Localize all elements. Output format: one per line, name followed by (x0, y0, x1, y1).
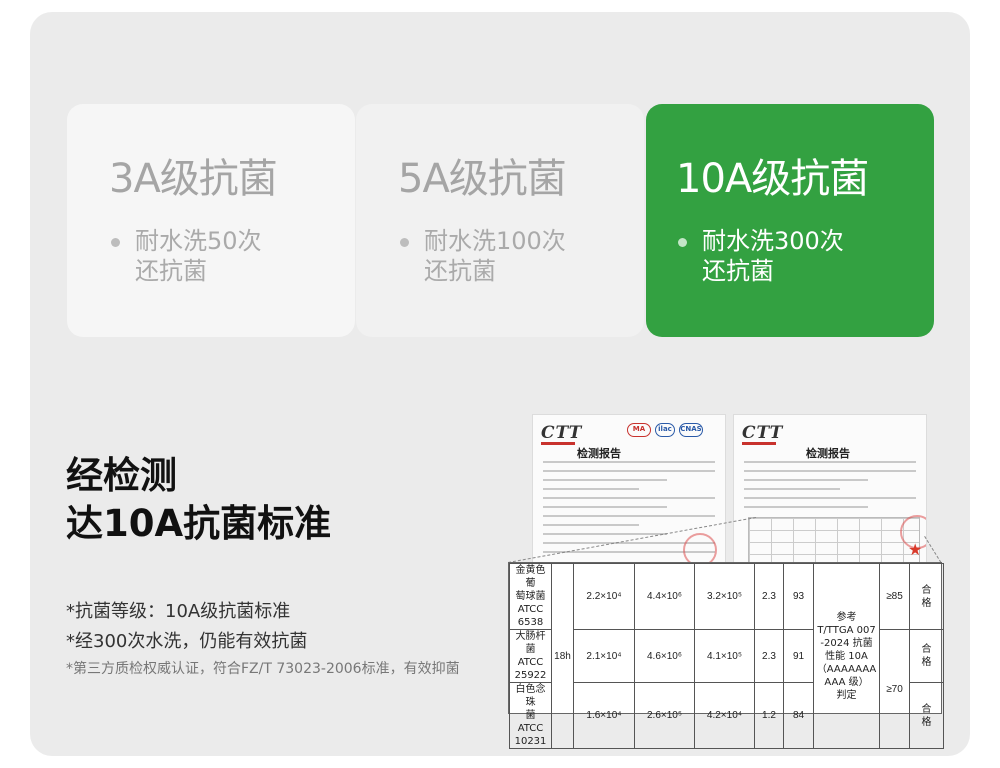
note-wash: *经300次水洗，仍能有效抗菌 (66, 631, 308, 652)
value-cell: 91 (783, 629, 814, 683)
bullet-icon (678, 238, 687, 247)
card-desc-line: 还抗菌 (702, 257, 774, 285)
cnas-cert-icon: CNAS (679, 423, 703, 437)
organism-cell: 白色念珠 菌 ATCC 10231 (509, 682, 552, 749)
grade-card-10a-highlighted: 10A级抗菌 耐水洗300次 还抗菌 (646, 104, 934, 337)
headline: 经检测 达10A抗菌标准 (66, 452, 331, 548)
card-desc-line: 耐水洗300次 (702, 227, 844, 255)
value-cell: 3.2×10⁵ (694, 563, 755, 630)
report-text-lines (744, 461, 916, 515)
headline-line-2: 达10A抗菌标准 (66, 502, 332, 545)
card-desc-line: 耐水洗100次 (424, 227, 566, 255)
value-cell: 4.1×10⁵ (694, 629, 755, 683)
value-cell: 2.3 (754, 563, 784, 630)
value-cell: 1.2 (754, 682, 784, 749)
card-desc-line: 还抗菌 (135, 257, 207, 285)
cma-cert-icon: MA (627, 423, 651, 437)
test-result-table-zoom: 金黄色葡 萄球菌 ATCC 6538 18h 2.2×10⁴ 4.4×10⁶ 3… (508, 562, 944, 749)
bullet-icon (111, 238, 120, 247)
card-desc-line: 还抗菌 (424, 257, 496, 285)
value-cell: 2.1×10⁴ (573, 629, 635, 683)
judgement-cell: 合 格 (909, 682, 944, 749)
note-grade: *抗菌等级：10A级抗菌标准 (66, 601, 291, 622)
card-description: 耐水洗300次 还抗菌 (676, 226, 934, 286)
grade-card-3a: 3A级抗菌 耐水洗50次 还抗菌 (67, 104, 355, 337)
value-cell: 2.6×10⁵ (634, 682, 695, 749)
value-cell: 4.6×10⁶ (634, 629, 695, 683)
report-title: 检测报告 (577, 447, 621, 460)
card-description: 耐水洗50次 还抗菌 (109, 226, 355, 286)
test-report-image-1: CTT MA ilac CNAS 检测报告 (532, 414, 726, 569)
grade-card-5a: 5A级抗菌 耐水洗100次 还抗菌 (356, 104, 644, 337)
card-desc-line: 耐水洗50次 (135, 227, 262, 255)
judgement-cell: 合 格 (909, 629, 944, 683)
result-table: 金黄色葡 萄球菌 ATCC 6538 18h 2.2×10⁴ 4.4×10⁶ 3… (509, 563, 944, 749)
test-report-image-2: CTT 检测报告 (733, 414, 927, 569)
value-cell: 4.4×10⁶ (634, 563, 695, 630)
card-description: 耐水洗100次 还抗菌 (398, 226, 644, 286)
ctt-logo: CTT (541, 423, 583, 445)
judgement-cell: 合 格 (909, 563, 944, 630)
value-cell: 2.3 (754, 629, 784, 683)
footnotes: *抗菌等级：10A级抗菌标准 *经300次水洗，仍能有效抗菌 *第三方质检权威认… (66, 597, 460, 681)
value-cell: 93 (783, 563, 814, 630)
note-certification: *第三方质检权威认证，符合FZ/T 73023-2006标准，有效抑菌 (66, 661, 460, 677)
threshold-cell: ≥85 (879, 563, 910, 630)
card-title: 3A级抗菌 (109, 156, 278, 202)
value-cell: 2.2×10⁴ (573, 563, 635, 630)
card-title: 5A级抗菌 (398, 156, 567, 202)
ilac-cert-icon: ilac (655, 423, 675, 437)
threshold-cell: ≥70 (879, 629, 910, 749)
organism-cell: 金黄色葡 萄球菌 ATCC 6538 (509, 563, 552, 630)
value-cell: 84 (783, 682, 814, 749)
star-icon: ★ (908, 540, 923, 559)
bullet-icon (400, 238, 409, 247)
value-cell: 4.2×10⁴ (694, 682, 755, 749)
table-row: 金黄色葡 萄球菌 ATCC 6538 18h 2.2×10⁴ 4.4×10⁶ 3… (509, 563, 944, 749)
organism-cell: 大肠杆菌 ATCC 25922 (509, 629, 552, 683)
headline-line-1: 经检测 (66, 454, 177, 497)
value-cell: 1.6×10⁴ (573, 682, 635, 749)
report-title: 检测报告 (806, 447, 850, 460)
ctt-logo: CTT (742, 423, 784, 445)
time-cell: 18h (551, 563, 574, 749)
report-mini-table (748, 517, 920, 567)
card-title: 10A级抗菌 (676, 156, 869, 202)
standard-cell: 参考 T/TTGA 007 -2024 抗菌 性能 10A （AAAAAAA A… (813, 563, 880, 749)
